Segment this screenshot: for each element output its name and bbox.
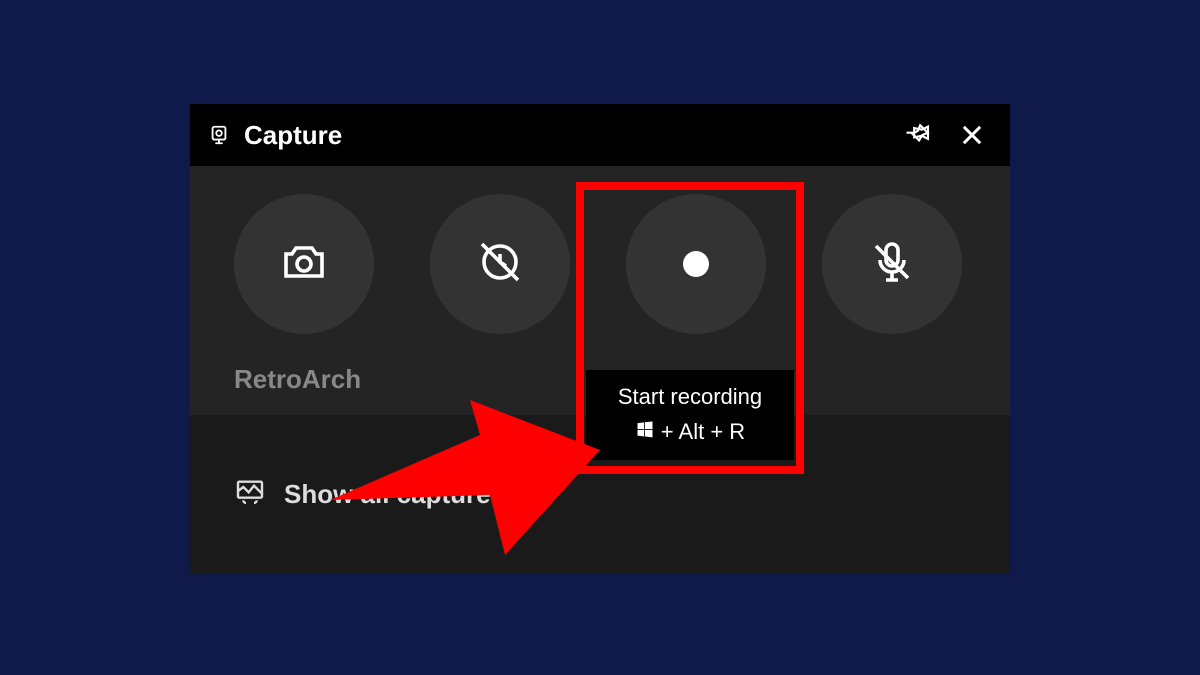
start-recording-button[interactable] xyxy=(626,194,766,334)
tooltip-label: Start recording xyxy=(600,382,780,413)
mic-toggle-button[interactable] xyxy=(822,194,962,334)
microphone-off-icon xyxy=(868,238,916,291)
titlebar: Capture xyxy=(190,104,1010,166)
gallery-icon xyxy=(234,475,266,514)
capture-panel: Capture xyxy=(190,104,1010,574)
capture-buttons-row xyxy=(190,166,1010,334)
history-off-icon xyxy=(476,238,524,291)
camera-icon xyxy=(280,238,328,291)
show-all-label: Show all captures xyxy=(284,479,505,510)
screenshot-button[interactable] xyxy=(234,194,374,334)
record-icon xyxy=(683,251,709,277)
record-tooltip: Start recording + Alt + R xyxy=(586,370,794,460)
shortcut-text: + Alt + R xyxy=(661,417,745,448)
close-button[interactable] xyxy=(952,115,992,155)
windows-key-icon xyxy=(635,417,655,448)
tooltip-shortcut: + Alt + R xyxy=(600,417,780,448)
record-last-button[interactable] xyxy=(430,194,570,334)
webcam-icon xyxy=(208,124,230,146)
pin-button[interactable] xyxy=(898,115,938,155)
panel-title: Capture xyxy=(244,120,884,151)
